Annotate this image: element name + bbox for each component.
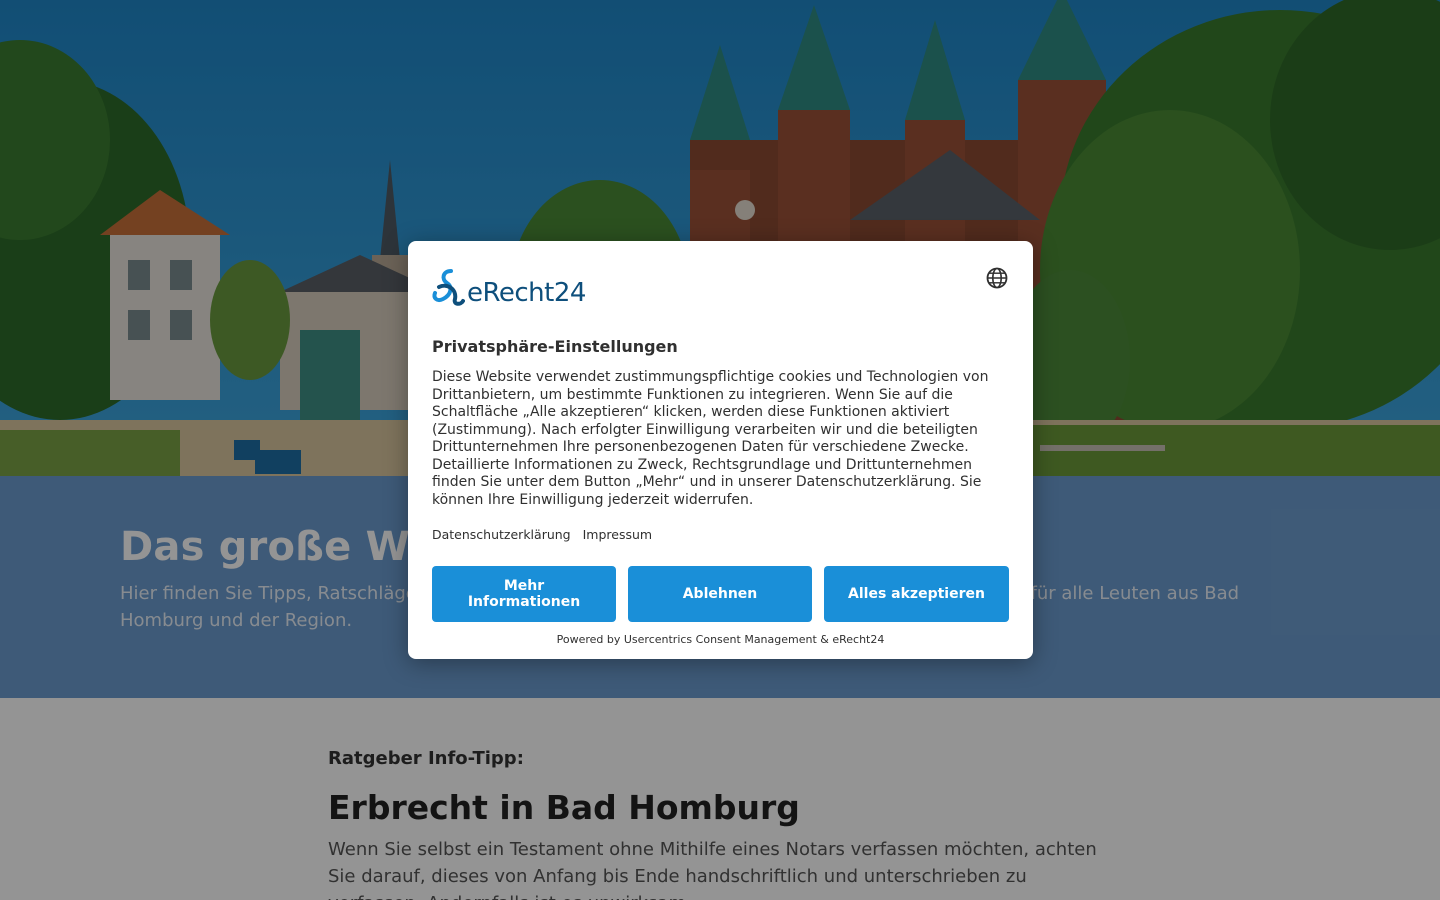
more-information-button[interactable]: Mehr Informationen	[432, 566, 616, 622]
powered-by-text: Powered by Usercentrics Consent Manageme…	[556, 633, 885, 646]
cookie-consent-dialog: eRecht24 Privatsphäre-Einstellungen Dies…	[408, 241, 1033, 659]
logo-text: eRecht24	[467, 278, 586, 308]
privacy-policy-link[interactable]: Datenschutzerklärung	[432, 527, 571, 542]
globe-icon	[986, 267, 1008, 289]
dialog-title: Privatsphäre-Einstellungen	[432, 337, 678, 356]
language-button[interactable]	[985, 266, 1009, 290]
erecht24-logo: eRecht24	[431, 265, 586, 307]
dialog-links: Datenschutzerklärung Impressum	[432, 527, 652, 542]
erecht24-logo-icon	[432, 269, 465, 306]
accept-all-button[interactable]: Alles akzeptieren	[824, 566, 1009, 622]
deny-button[interactable]: Ablehnen	[628, 566, 812, 622]
imprint-link[interactable]: Impressum	[583, 527, 652, 542]
dialog-body-text: Diese Website verwendet zustimmungspflic…	[432, 369, 989, 508]
